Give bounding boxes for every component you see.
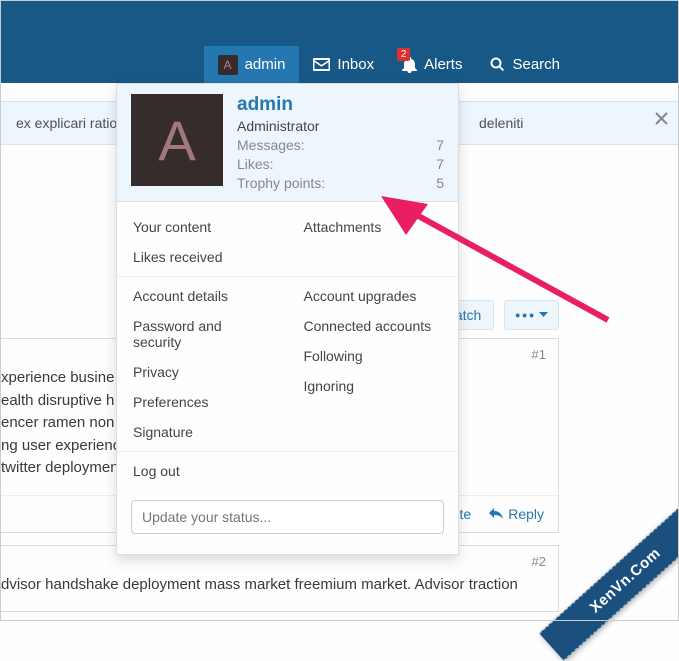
menu-role: Administrator (237, 118, 444, 134)
nav: A admin Inbox 2 Alerts Search (204, 46, 574, 83)
menu-your-content[interactable]: Your content (117, 212, 288, 242)
reply-icon (489, 508, 503, 520)
reply-label: Reply (508, 506, 544, 522)
menu-account-details[interactable]: Account details (117, 281, 288, 311)
stat-label: Likes: (237, 156, 274, 172)
menu-likes-received[interactable]: Likes received (117, 242, 288, 272)
nav-user[interactable]: A admin (204, 46, 300, 83)
menu-section-account: Account details Password and security Pr… (117, 277, 458, 452)
stat-messages: Messages: 7 (237, 137, 444, 153)
menu-section-content: Your content Likes received Attachments (117, 208, 458, 277)
menu-preferences[interactable]: Preferences (117, 387, 288, 417)
user-menu: A admin Administrator Messages: 7 Likes:… (116, 83, 459, 555)
more-dots: ••• (515, 307, 536, 323)
menu-logout[interactable]: Log out (117, 456, 288, 486)
avatar-large[interactable]: A (131, 94, 223, 186)
post-body: dvisor handshake deployment mass market … (1, 546, 558, 612)
topbar: A admin Inbox 2 Alerts Search (0, 0, 679, 83)
nav-alerts-label: Alerts (424, 56, 462, 73)
notice-text-left: ex explicari ratio (16, 115, 117, 131)
menu-password[interactable]: Password and security (117, 311, 288, 357)
close-icon[interactable] (655, 112, 668, 125)
avatar-small: A (218, 55, 238, 75)
menu-connected-accounts[interactable]: Connected accounts (288, 311, 459, 341)
alerts-badge: 2 (397, 48, 410, 61)
menu-ignoring[interactable]: Ignoring (288, 371, 459, 401)
search-icon (490, 57, 505, 72)
menu-user-info: admin Administrator Messages: 7 Likes: 7… (237, 94, 444, 191)
menu-account-upgrades[interactable]: Account upgrades (288, 281, 459, 311)
menu-following[interactable]: Following (288, 341, 459, 371)
status-input[interactable] (131, 500, 444, 534)
nav-inbox-label: Inbox (337, 56, 374, 73)
menu-status (117, 490, 458, 548)
stat-value[interactable]: 7 (436, 156, 444, 172)
stat-likes: Likes: 7 (237, 156, 444, 172)
menu-section-logout: Log out (117, 452, 458, 490)
menu-signature[interactable]: Signature (117, 417, 288, 447)
stat-trophy: Trophy points: 5 (237, 175, 444, 191)
more-button[interactable]: ••• (504, 300, 559, 330)
menu-attachments[interactable]: Attachments (288, 212, 459, 242)
nav-user-label: admin (245, 56, 286, 73)
stat-value[interactable]: 7 (436, 137, 444, 153)
reply-button[interactable]: Reply (489, 506, 544, 522)
nav-alerts[interactable]: 2 Alerts (388, 46, 476, 83)
menu-header: A admin Administrator Messages: 7 Likes:… (117, 84, 458, 202)
chevron-down-icon (539, 312, 548, 318)
nav-inbox[interactable]: Inbox (299, 46, 388, 83)
menu-username[interactable]: admin (237, 94, 444, 116)
stat-label: Trophy points: (237, 175, 325, 191)
stat-value[interactable]: 5 (436, 175, 444, 191)
nav-search[interactable]: Search (476, 46, 574, 83)
notice-text-right: deleniti (479, 115, 523, 131)
post-number[interactable]: #2 (532, 554, 546, 569)
menu-body: Your content Likes received Attachments … (117, 202, 458, 554)
menu-privacy[interactable]: Privacy (117, 357, 288, 387)
stat-label: Messages: (237, 137, 305, 153)
nav-search-label: Search (512, 56, 560, 73)
post-number[interactable]: #1 (532, 347, 546, 362)
envelope-icon (313, 58, 330, 71)
